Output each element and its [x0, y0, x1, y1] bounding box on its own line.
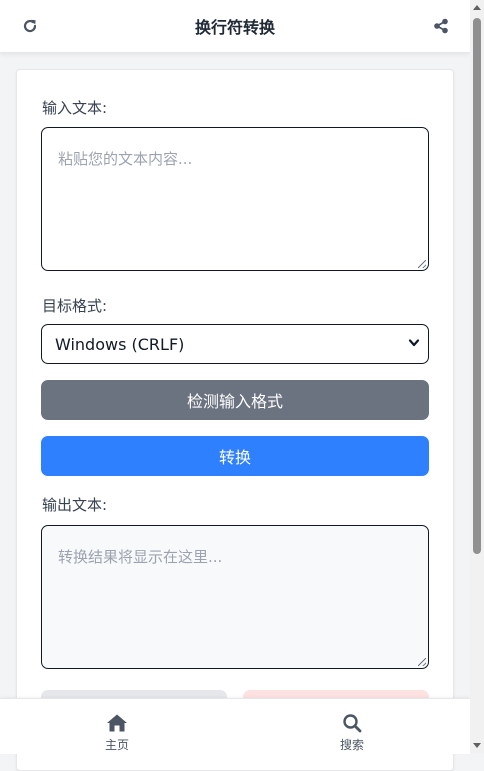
target-format-label: 目标格式:: [42, 297, 108, 315]
output-label: 输出文本:: [42, 496, 108, 514]
input-textarea[interactable]: 粘贴您的文本内容...: [41, 127, 429, 271]
input-placeholder: 粘贴您的文本内容...: [58, 150, 193, 168]
detect-format-button[interactable]: 检测输入格式: [41, 380, 429, 420]
bottom-nav: 主页 搜索: [0, 698, 470, 754]
resize-grip-icon[interactable]: [418, 658, 426, 666]
share-icon: [434, 18, 448, 34]
nav-label-search: 搜索: [339, 738, 364, 752]
chevron-down-icon: [408, 339, 420, 347]
refresh-button[interactable]: [17, 13, 43, 39]
scroll-down-icon[interactable]: [473, 743, 481, 748]
converter-card: 输入文本: 粘贴您的文本内容... 目标格式: Windows (CRLF) 检…: [16, 69, 454, 771]
refresh-icon: [23, 19, 37, 33]
search-icon: [343, 714, 362, 733]
nav-item-search[interactable]: 搜索: [322, 713, 382, 753]
convert-button[interactable]: 转换: [41, 436, 429, 476]
nav-label-home: 主页: [104, 738, 129, 752]
vertical-scrollbar[interactable]: [470, 0, 484, 753]
app-header: 换行符转换: [0, 0, 470, 53]
resize-grip-icon[interactable]: [418, 260, 426, 268]
nav-item-home[interactable]: 主页: [87, 713, 147, 753]
output-textarea[interactable]: 转换结果将显示在这里...: [41, 525, 429, 669]
scroll-up-icon[interactable]: [473, 5, 481, 10]
output-placeholder: 转换结果将显示在这里...: [58, 548, 223, 566]
input-label: 输入文本:: [42, 99, 108, 117]
page-title: 换行符转换: [194, 18, 275, 37]
target-format-select[interactable]: Windows (CRLF): [41, 324, 429, 364]
home-icon: [107, 714, 127, 732]
scrollbar-thumb[interactable]: [473, 18, 481, 554]
target-format-value: Windows (CRLF): [55, 334, 185, 354]
share-button[interactable]: [428, 13, 454, 39]
